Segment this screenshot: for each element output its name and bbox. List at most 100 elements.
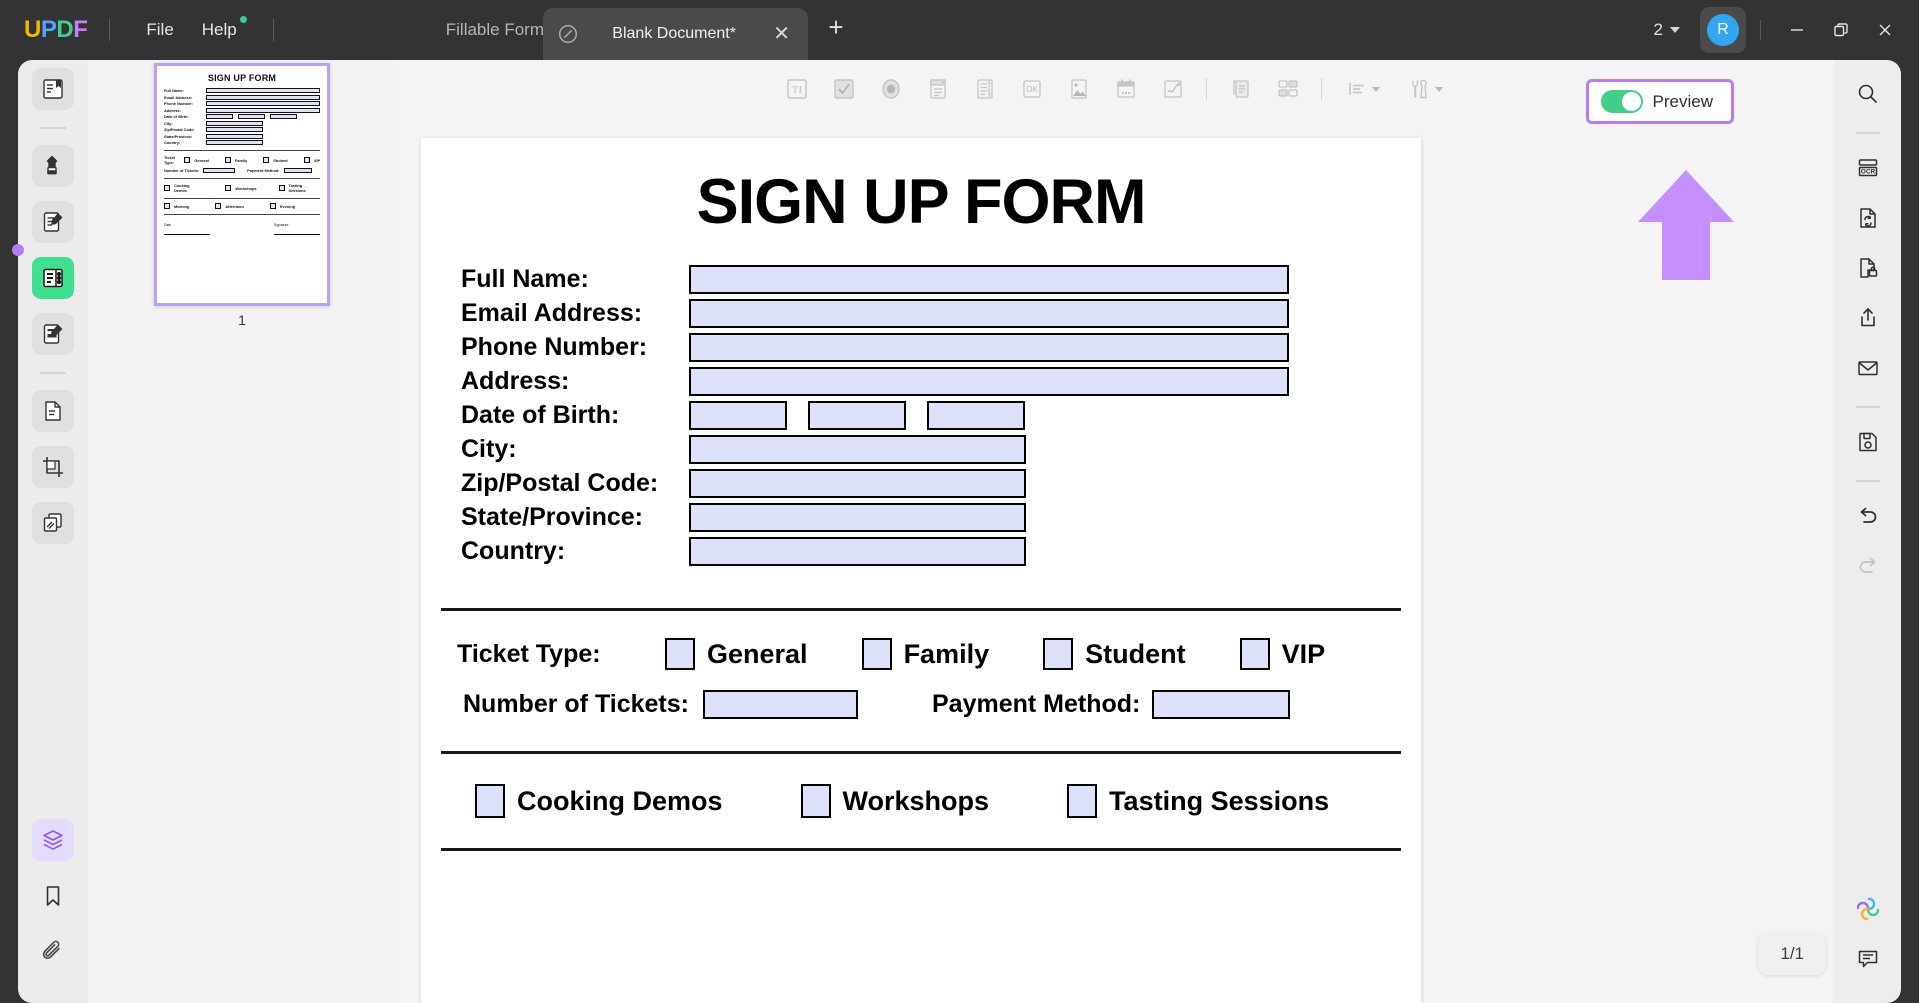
field-city[interactable] bbox=[689, 434, 1026, 464]
account-button[interactable]: R bbox=[1700, 7, 1746, 53]
form-row: Address: bbox=[461, 364, 1381, 398]
field-number-of-tickets[interactable] bbox=[702, 689, 858, 719]
sidebar-item-edit-pdf[interactable] bbox=[32, 201, 74, 243]
protect-button[interactable] bbox=[1846, 246, 1890, 290]
page-title: SIGN UP FORM bbox=[696, 167, 1147, 237]
label-phone-number: Phone Number: bbox=[461, 332, 648, 361]
svg-text:OK: OK bbox=[1026, 85, 1038, 94]
sidebar-item-annotate[interactable] bbox=[32, 145, 74, 187]
sidebar-item-reader[interactable] bbox=[32, 68, 74, 110]
page-thumbnail[interactable]: SIGN UP FORM Full Name: Email Address: P… bbox=[154, 63, 330, 306]
email-button[interactable] bbox=[1846, 346, 1890, 390]
tool-checkbox[interactable] bbox=[820, 70, 867, 108]
tool-combo-box[interactable] bbox=[914, 70, 961, 108]
panel-collapse-handle[interactable] bbox=[12, 244, 24, 256]
field-full-name[interactable] bbox=[689, 264, 1289, 294]
thumb-checkbox bbox=[269, 203, 276, 209]
thumb-option-label: Afternoon bbox=[225, 203, 244, 209]
sidebar-item-bookmarks[interactable] bbox=[32, 875, 74, 917]
tool-signature-field[interactable] bbox=[1149, 70, 1196, 108]
tool-form-settings[interactable] bbox=[1394, 70, 1456, 108]
window-controls-group: 2 R bbox=[1646, 0, 1919, 60]
thumb-ticket-label: Ticket Type: bbox=[164, 155, 176, 165]
search-button[interactable] bbox=[1846, 72, 1890, 116]
field-state-province[interactable] bbox=[689, 502, 1026, 532]
thumb-field-label: Address: bbox=[164, 107, 181, 113]
preview-label: Preview bbox=[1652, 91, 1713, 111]
pdf-page[interactable]: SIGN UP FORM Full Name: Email Address: P… bbox=[421, 138, 1421, 1003]
sidebar-item-attachments[interactable] bbox=[32, 931, 74, 973]
field-address[interactable] bbox=[689, 366, 1289, 396]
ai-assistant-button[interactable] bbox=[1846, 887, 1890, 931]
thumb-checkbox bbox=[278, 185, 285, 191]
field-zip-postal-code[interactable] bbox=[689, 468, 1026, 498]
checkbox-vip[interactable] bbox=[1239, 638, 1270, 670]
ocr-button[interactable]: OCR bbox=[1846, 146, 1890, 190]
close-window-button[interactable] bbox=[1863, 8, 1907, 52]
tool-push-button[interactable]: OK bbox=[1008, 70, 1055, 108]
sidebar-item-convert[interactable] bbox=[32, 390, 74, 432]
field-date-of-birth-year[interactable] bbox=[927, 400, 1025, 430]
thumb-checkbox bbox=[224, 157, 231, 163]
field-email-address[interactable] bbox=[689, 298, 1289, 328]
minimize-button[interactable] bbox=[1775, 8, 1819, 52]
sidebar-item-crop[interactable] bbox=[32, 446, 74, 488]
checkbox-tasting-sessions[interactable] bbox=[1067, 784, 1098, 818]
svg-text:OCR: OCR bbox=[1860, 169, 1875, 176]
field-country[interactable] bbox=[689, 536, 1026, 566]
thumb-option-label: Family bbox=[234, 157, 248, 163]
tool-image-field[interactable] bbox=[1055, 70, 1102, 108]
new-tab-button[interactable]: + bbox=[822, 14, 850, 42]
maximize-restore-button[interactable] bbox=[1819, 8, 1863, 52]
tool-grid-layout[interactable] bbox=[1264, 70, 1311, 108]
undo-button[interactable] bbox=[1846, 494, 1890, 538]
checkbox-workshops[interactable] bbox=[800, 784, 831, 818]
document-tab[interactable]: Blank Document* ✕ bbox=[543, 8, 808, 60]
field-date-of-birth-month[interactable] bbox=[808, 400, 906, 430]
divider bbox=[272, 19, 274, 41]
option-vip: VIP bbox=[1281, 638, 1326, 669]
share-button[interactable] bbox=[1846, 296, 1890, 340]
option-student: Student bbox=[1085, 638, 1186, 669]
preview-toggle[interactable]: Preview bbox=[1585, 79, 1734, 124]
convert-button[interactable] bbox=[1846, 196, 1890, 240]
tool-page-properties[interactable] bbox=[1217, 70, 1264, 108]
tool-date-field[interactable] bbox=[1102, 70, 1149, 108]
preview-switch[interactable] bbox=[1600, 90, 1643, 113]
comments-button[interactable] bbox=[1846, 937, 1890, 981]
page-thumbnail-panel: SIGN UP FORM Full Name: Email Address: P… bbox=[88, 60, 395, 1003]
divider bbox=[164, 198, 320, 199]
tool-list-box[interactable] bbox=[961, 70, 1008, 108]
divider bbox=[1855, 480, 1880, 482]
page-indicator: 1/1 bbox=[1758, 933, 1826, 975]
checkbox-cooking-demos[interactable] bbox=[475, 784, 505, 818]
thumb-tickets-label: Number of Tickets: bbox=[164, 168, 200, 173]
thumb-field bbox=[270, 114, 297, 119]
thumb-signature-line bbox=[274, 234, 320, 235]
field-date-of-birth-day[interactable] bbox=[689, 400, 787, 430]
save-button[interactable] bbox=[1846, 420, 1890, 464]
tool-radio-button[interactable] bbox=[867, 70, 914, 108]
checkbox-general[interactable] bbox=[665, 638, 695, 670]
field-payment-method[interactable] bbox=[1152, 689, 1291, 719]
tab-count-selector[interactable]: 2 bbox=[1646, 15, 1688, 45]
sidebar-item-sign[interactable] bbox=[32, 313, 74, 355]
redo-button[interactable] bbox=[1846, 544, 1890, 588]
tool-text-field[interactable]: TI bbox=[773, 70, 820, 108]
tool-align[interactable] bbox=[1332, 70, 1394, 108]
thumb-field-label: Phone Number: bbox=[164, 101, 193, 106]
thumb-field-label: Zip/Postal Code: bbox=[164, 127, 195, 132]
checkbox-family[interactable] bbox=[861, 638, 892, 670]
menu-file[interactable]: File bbox=[132, 14, 187, 46]
form-row: Email Address: bbox=[461, 296, 1381, 330]
checkbox-student[interactable] bbox=[1043, 638, 1074, 670]
close-icon[interactable]: ✕ bbox=[769, 24, 794, 44]
sidebar-item-fillable-form[interactable] bbox=[32, 257, 74, 299]
sidebar-item-layers[interactable] bbox=[32, 819, 74, 861]
field-phone-number[interactable] bbox=[689, 332, 1289, 362]
label-zip-postal-code: Zip/Postal Code: bbox=[461, 468, 659, 497]
thumb-option-label: VIP bbox=[313, 157, 320, 163]
sidebar-item-organize[interactable] bbox=[32, 502, 74, 544]
thumb-field bbox=[206, 101, 320, 106]
menu-help[interactable]: Help bbox=[188, 14, 251, 46]
